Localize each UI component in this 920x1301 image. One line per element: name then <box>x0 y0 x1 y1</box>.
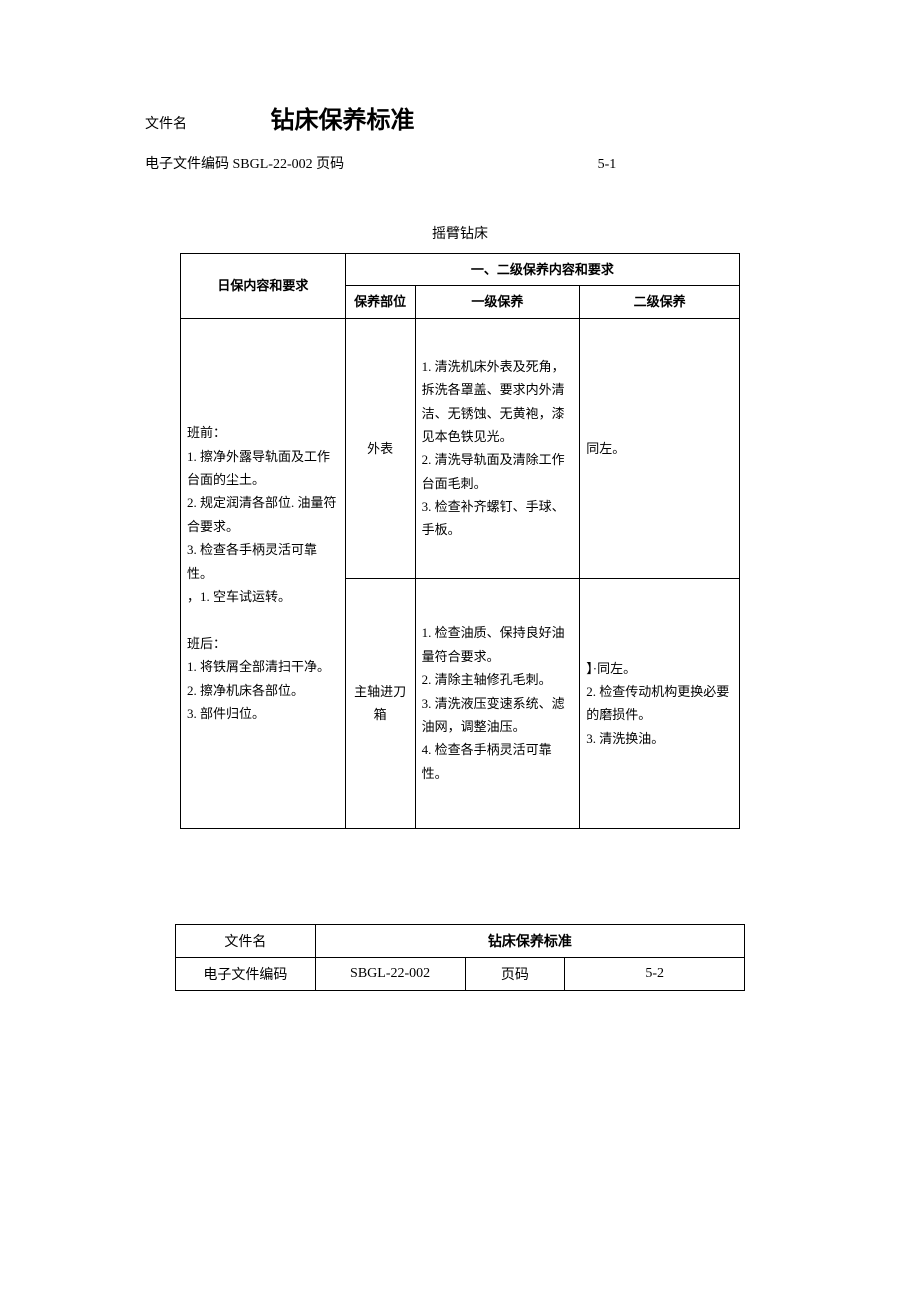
footer-code-label: 电子文件编码 <box>176 957 316 990</box>
footer-page-value: 5-2 <box>565 957 745 990</box>
code-label: 电子文件编码 <box>145 157 229 172</box>
footer-table: 文件名 钻床保养标准 电子文件编码 SBGL-22-002 页码 5-2 <box>175 924 745 991</box>
maintenance-table: 日保内容和要求 一、二级保养内容和要求 保养部位 一级保养 二级保养 班前： 1… <box>180 253 740 829</box>
l1-cell-0: 1. 清洗机床外表及死角，拆洗各罩盖、要求内外清洁、无锈蚀、无黄袍，漆见本色铁见… <box>415 318 580 578</box>
file-name-label: 文件名 <box>145 113 187 133</box>
daily-content-cell: 班前： 1. 擦净外露导轨面及工作台面的尘土。 2. 规定润清各部位. 油量符合… <box>181 318 346 828</box>
section-subtitle: 摇臂钻床 <box>145 223 775 243</box>
l2-cell-1: 】·同左。 2. 检查传动机构更换必要的磨损件。 3. 清洗换油。 <box>580 578 740 828</box>
part-cell-0: 外表 <box>345 318 415 578</box>
code-row: 电子文件编码 SBGL-22-002 页码 5-1 <box>145 153 775 173</box>
th-group: 一、二级保养内容和要求 <box>345 254 739 286</box>
l1-cell-1: 1. 检查油质、保持良好油量符合要求。 2. 清除主轴修孔毛刺。 3. 清洗液压… <box>415 578 580 828</box>
th-level1: 一级保养 <box>415 286 580 318</box>
footer-page-label: 页码 <box>465 957 565 990</box>
footer-file-label: 文件名 <box>176 924 316 957</box>
header-row: 文件名 钻床保养标准 <box>145 100 775 135</box>
l2-cell-0: 同左。 <box>580 318 740 578</box>
page-value: 5-1 <box>598 157 617 173</box>
th-daily: 日保内容和要求 <box>181 254 346 319</box>
document-title: 钻床保养标准 <box>271 100 415 135</box>
code-value: SBGL-22-002 <box>233 157 313 172</box>
part-cell-1: 主轴进刀箱 <box>345 578 415 828</box>
th-level2: 二级保养 <box>580 286 740 318</box>
th-part: 保养部位 <box>345 286 415 318</box>
page-label: 页码 <box>316 157 344 172</box>
footer-title: 钻床保养标准 <box>315 924 744 957</box>
footer-code-value: SBGL-22-002 <box>315 957 465 990</box>
document-page: 文件名 钻床保养标准 电子文件编码 SBGL-22-002 页码 5-1 摇臂钻… <box>0 0 920 1031</box>
